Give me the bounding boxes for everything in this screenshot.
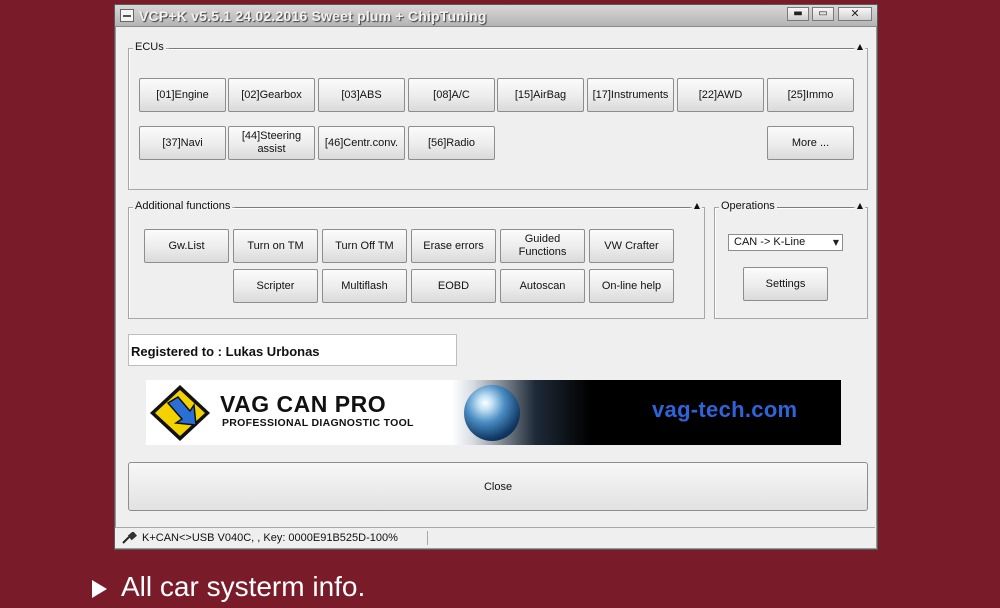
operations-label: Operations (719, 200, 777, 212)
operations-collapse-icon[interactable]: ▲ (855, 201, 865, 210)
ecu-button-radio[interactable]: [56]Radio (408, 126, 495, 160)
multiflash-button[interactable]: Multiflash (322, 269, 407, 303)
online-help-button[interactable]: On-line help (589, 269, 674, 303)
system-menu-icon[interactable] (120, 9, 134, 22)
globe-icon (464, 385, 520, 441)
vw-crafter-button[interactable]: VW Crafter (589, 229, 674, 263)
ecu-button-steering-assist[interactable]: [44]Steering assist (228, 126, 315, 160)
play-arrow-icon (92, 580, 107, 598)
eobd-button[interactable]: EOBD (411, 269, 496, 303)
ecu-button-navi[interactable]: [37]Navi (139, 126, 226, 160)
maximize-button[interactable]: ▭ (812, 7, 834, 21)
turn-off-tm-button[interactable]: Turn Off TM (322, 229, 407, 263)
group-divider (169, 48, 853, 49)
gw-list-button[interactable]: Gw.List (144, 229, 229, 263)
registration-info: Registered to : Lukas Urbonas (128, 334, 457, 366)
ecu-button-engine[interactable]: [01]Engine (139, 78, 226, 112)
operations-group: Operations ▲ (714, 200, 868, 319)
caption-text: All car systerm info. (121, 571, 366, 602)
ecu-button-airbag[interactable]: [15]AirBag (497, 78, 584, 112)
close-button[interactable]: Close (128, 462, 868, 511)
ecus-group-label: ECUs (133, 41, 166, 53)
guided-functions-button[interactable]: Guided Functions (500, 229, 585, 263)
protocol-selected-value: CAN -> K-Line (734, 236, 806, 248)
minimize-button[interactable]: ▬ (787, 7, 809, 21)
window-title: VCP+K v5.5.1 24.02.2016 Sweet plum + Chi… (139, 8, 487, 24)
ecus-collapse-icon[interactable]: ▲ (855, 42, 865, 51)
vag-can-pro-banner: VAG CAN PRO PROFESSIONAL DIAGNOSTIC TOOL… (146, 380, 841, 445)
banner-brand: VAG CAN PRO (220, 391, 387, 417)
chevron-down-icon[interactable]: ▼ (833, 239, 839, 247)
ecu-button-ac[interactable]: [08]A/C (408, 78, 495, 112)
ecus-group: ECUs ▲ (128, 41, 868, 190)
title-bar[interactable]: VCP+K v5.5.1 24.02.2016 Sweet plum + Chi… (115, 5, 877, 27)
group-divider (235, 207, 690, 208)
ecu-button-instruments[interactable]: [17]Instruments (587, 78, 674, 112)
erase-errors-button[interactable]: Erase errors (411, 229, 496, 263)
ecu-button-awd[interactable]: [22]AWD (677, 78, 764, 112)
settings-button[interactable]: Settings (743, 267, 828, 301)
ecu-button-abs[interactable]: [03]ABS (318, 78, 405, 112)
turn-on-tm-button[interactable]: Turn on TM (233, 229, 318, 263)
vag-can-pro-logo-icon (150, 385, 210, 441)
banner-tagline: PROFESSIONAL DIAGNOSTIC TOOL (222, 417, 414, 429)
autoscan-button[interactable]: Autoscan (500, 269, 585, 303)
ecu-button-centr-conv[interactable]: [46]Centr.conv. (318, 126, 405, 160)
banner-url: vag-tech.com (652, 397, 798, 422)
more-ecus-button[interactable]: More ... (767, 126, 854, 160)
additional-functions-label: Additional functions (133, 200, 233, 212)
ecu-button-immo[interactable]: [25]Immo (767, 78, 854, 112)
ecu-button-gearbox[interactable]: [02]Gearbox (228, 78, 315, 112)
additional-collapse-icon[interactable]: ▲ (692, 201, 702, 210)
group-divider (777, 207, 853, 208)
scripter-button[interactable]: Scripter (233, 269, 318, 303)
protocol-select[interactable]: CAN -> K-Line ▼ (728, 234, 843, 251)
window-close-button[interactable]: ✕ (838, 7, 872, 21)
